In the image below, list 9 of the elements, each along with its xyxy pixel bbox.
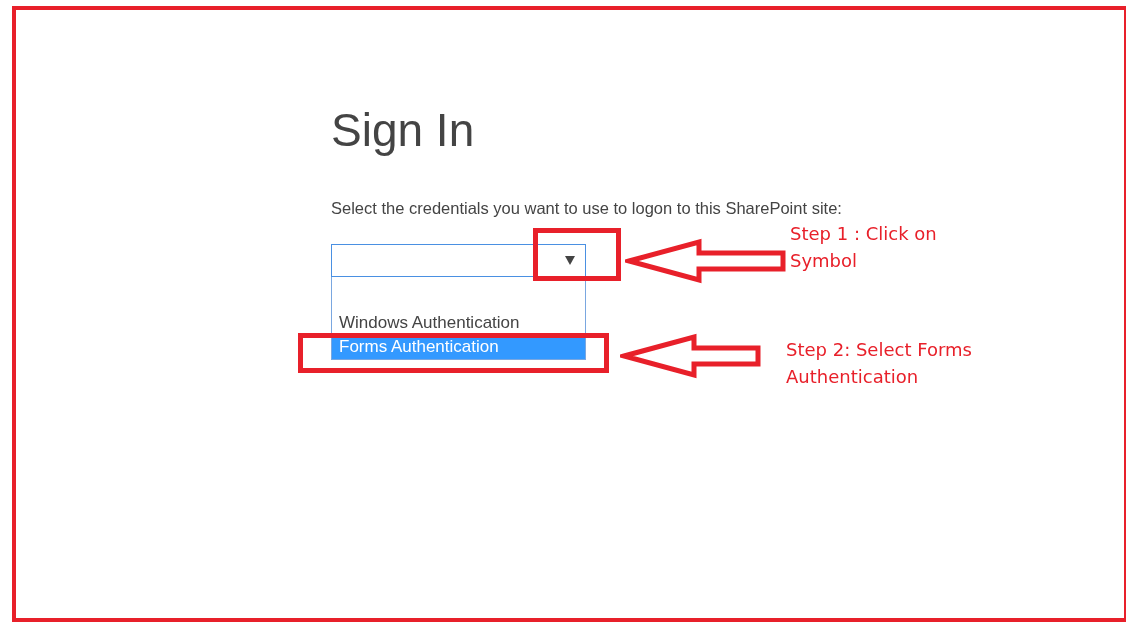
credentials-dropdown[interactable] bbox=[331, 244, 586, 277]
arrow-icon bbox=[620, 333, 762, 379]
annotation-text: Step 2: Select Forms Authentication bbox=[786, 338, 973, 389]
prompt-text: Select the credentials you want to use to logon to this SharePoint site: bbox=[331, 198, 843, 218]
page-title: Sign In bbox=[331, 103, 476, 158]
annotation-text: Step 1 : Click on Symbol bbox=[790, 222, 938, 273]
dropdown-option[interactable]: Windows Authentication bbox=[332, 311, 585, 335]
arrow-icon bbox=[625, 238, 787, 284]
caret-icon bbox=[565, 256, 575, 265]
